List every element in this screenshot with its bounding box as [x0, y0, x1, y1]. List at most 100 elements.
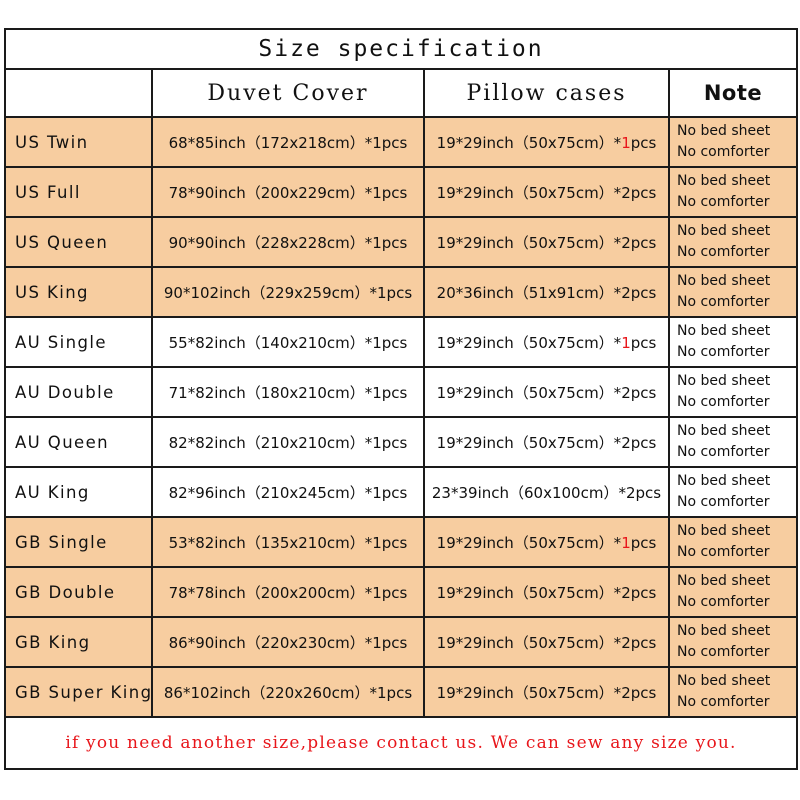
table-row: AU King 82*96inch（210x245cm）*1pcs 23*39inc…	[4, 466, 798, 518]
row-pillow-size: 19*29inch（50x75cm）*2pcs	[425, 682, 668, 703]
table-body: Size specification Duvet Cover Pillow ca…	[4, 28, 798, 770]
table-row: GB Super King 86*102inch（220x260cm）*1pcs 1…	[4, 666, 798, 718]
row-note-line-1: No bed sheet	[677, 472, 771, 489]
row-duvet-cell: 68*85inch（172x218cm）*1pcs	[151, 116, 425, 168]
row-pillow-size-suffix: pcs	[630, 133, 657, 152]
row-duvet-cell: 82*96inch（210x245cm）*1pcs	[151, 466, 425, 518]
row-size-label-cell: US Twin	[4, 116, 153, 168]
row-pillow-size: 19*29inch（50x75cm）*2pcs	[425, 382, 668, 403]
column-header-note: Note	[668, 68, 798, 118]
row-pillow-quantity: 2	[621, 233, 631, 252]
row-size-label-cell: AU King	[4, 466, 153, 518]
column-header-duvet-text: Duvet Cover	[207, 80, 369, 106]
row-pillow-size-suffix: pcs	[630, 583, 657, 602]
row-note-line-2: No comforter	[677, 294, 770, 310]
row-note-line-1: No bed sheet	[677, 322, 771, 339]
row-size-label-cell: GB Single	[4, 516, 153, 568]
row-pillow-size-prefix: 19*29inch（50x75cm）*	[436, 183, 622, 202]
row-pillow-quantity: 2	[621, 583, 631, 602]
title-row: Size specification	[4, 28, 798, 70]
row-pillow-cell: 19*29inch（50x75cm）*1pcs	[423, 316, 670, 368]
row-pillow-quantity: 2	[621, 433, 631, 452]
table-row: AU Queen 82*82inch（210x210cm）*1pcs 19*29in…	[4, 416, 798, 468]
row-size-label: US Queen	[15, 232, 109, 252]
column-header-label	[4, 68, 153, 118]
size-specification-table-wrap: Size specification Duvet Cover Pillow ca…	[4, 28, 798, 770]
row-pillow-cell: 19*29inch（50x75cm）*2pcs	[423, 366, 670, 418]
row-pillow-cell: 19*29inch（50x75cm）*2pcs	[423, 166, 670, 218]
table-row: US King 90*102inch（229x259cm）*1pcs 20*36in…	[4, 266, 798, 318]
table-row: GB Single 53*82inch（135x210cm）*1pcs 19*29i…	[4, 516, 798, 568]
row-duvet-size: 90*102inch（229x259cm）*1pcs	[163, 283, 413, 302]
row-duvet-size: 53*82inch（135x210cm）*1pcs	[168, 533, 408, 552]
row-note-line-2: No comforter	[677, 644, 770, 660]
row-note-line-1: No bed sheet	[677, 622, 771, 639]
row-pillow-cell: 19*29inch（50x75cm）*2pcs	[423, 416, 670, 468]
row-duvet-size: 86*90inch（220x230cm）*1pcs	[168, 633, 408, 652]
row-size-label: GB Single	[15, 532, 108, 552]
row-note-line-2: No comforter	[677, 494, 770, 510]
column-header-note-text: Note	[703, 81, 763, 105]
row-note-line-1: No bed sheet	[677, 272, 771, 289]
row-pillow-size-prefix: 23*39inch（60x100cm）*	[431, 483, 626, 502]
row-size-label-cell: AU Single	[4, 316, 153, 368]
row-pillow-cell: 19*29inch（50x75cm）*2pcs	[423, 216, 670, 268]
row-note-line-1: No bed sheet	[677, 572, 771, 589]
row-pillow-cell: 23*39inch（60x100cm）*2pcs	[423, 466, 670, 518]
row-size-label: AU Single	[15, 332, 107, 352]
row-pillow-size: 23*39inch（60x100cm）*2pcs	[425, 482, 668, 503]
row-pillow-cell: 19*29inch（50x75cm）*1pcs	[423, 116, 670, 168]
row-note-line-2: No comforter	[677, 344, 770, 360]
row-pillow-cell: 19*29inch（50x75cm）*2pcs	[423, 616, 670, 668]
page-title: Size specification	[258, 36, 544, 62]
row-pillow-size: 19*29inch（50x75cm）*2pcs	[425, 432, 668, 453]
row-size-label: US Full	[15, 182, 81, 202]
row-duvet-cell: 71*82inch（180x210cm）*1pcs	[151, 366, 425, 418]
row-size-label-cell: AU Queen	[4, 416, 153, 468]
row-note-cell: No bed sheet No comforter	[668, 216, 798, 268]
row-note: No bed sheet No comforter	[670, 521, 796, 564]
row-pillow-size-suffix: pcs	[630, 633, 657, 652]
row-note-cell: No bed sheet No comforter	[668, 566, 798, 618]
footer-row: if you need another size,please contact …	[4, 716, 798, 770]
row-pillow-quantity: 2	[621, 683, 631, 702]
row-note: No bed sheet No comforter	[670, 621, 796, 664]
row-size-label-cell: GB Double	[4, 566, 153, 618]
row-note-line-1: No bed sheet	[677, 122, 771, 139]
row-duvet-size: 78*90inch（200x229cm）*1pcs	[168, 183, 408, 202]
row-pillow-quantity: 2	[621, 383, 631, 402]
row-note-cell: No bed sheet No comforter	[668, 116, 798, 168]
row-pillow-size-prefix: 19*29inch（50x75cm）*	[436, 583, 622, 602]
table-row: AU Double 71*82inch（180x210cm）*1pcs 19*29i…	[4, 366, 798, 418]
row-pillow-quantity: 2	[625, 483, 636, 502]
row-note-cell: No bed sheet No comforter	[668, 266, 798, 318]
row-pillow-size-prefix: 19*29inch（50x75cm）*	[436, 333, 622, 352]
size-specification-page: Size specification Duvet Cover Pillow ca…	[0, 0, 800, 800]
row-pillow-size-suffix: pcs	[630, 383, 657, 402]
row-pillow-size-prefix: 19*29inch（50x75cm）*	[436, 683, 622, 702]
row-note: No bed sheet No comforter	[670, 471, 796, 514]
row-duvet-size: 86*102inch（220x260cm）*1pcs	[163, 683, 413, 702]
row-note-line-1: No bed sheet	[677, 522, 771, 539]
row-size-label-cell: GB King	[4, 616, 153, 668]
row-pillow-size-prefix: 19*29inch（50x75cm）*	[436, 633, 622, 652]
row-duvet-cell: 86*102inch（220x260cm）*1pcs	[151, 666, 425, 718]
table-row: US Twin 68*85inch（172x218cm）*1pcs 19*29inc…	[4, 116, 798, 168]
row-note-line-1: No bed sheet	[677, 672, 771, 689]
row-size-label-cell: US Queen	[4, 216, 153, 268]
row-pillow-quantity: 2	[621, 633, 631, 652]
row-duvet-size: 90*90inch（228x228cm）*1pcs	[168, 233, 408, 252]
row-pillow-quantity: 2	[621, 183, 631, 202]
row-note-line-2: No comforter	[677, 244, 770, 260]
row-note: No bed sheet No comforter	[670, 571, 796, 614]
row-duvet-size: 82*96inch（210x245cm）*1pcs	[168, 483, 408, 502]
row-pillow-size-prefix: 19*29inch（50x75cm）*	[436, 233, 622, 252]
row-duvet-size: 82*82inch（210x210cm）*1pcs	[168, 433, 408, 452]
table-row: GB King 86*90inch（220x230cm）*1pcs 19*29inc…	[4, 616, 798, 668]
row-pillow-size: 20*36inch（51x91cm）*2pcs	[425, 282, 668, 303]
row-size-label: AU Queen	[15, 432, 110, 452]
row-duvet-size: 78*78inch（200x200cm）*1pcs	[168, 583, 408, 602]
row-note-line-2: No comforter	[677, 444, 770, 460]
row-size-label-cell: AU Double	[4, 366, 153, 418]
row-note-cell: No bed sheet No comforter	[668, 166, 798, 218]
